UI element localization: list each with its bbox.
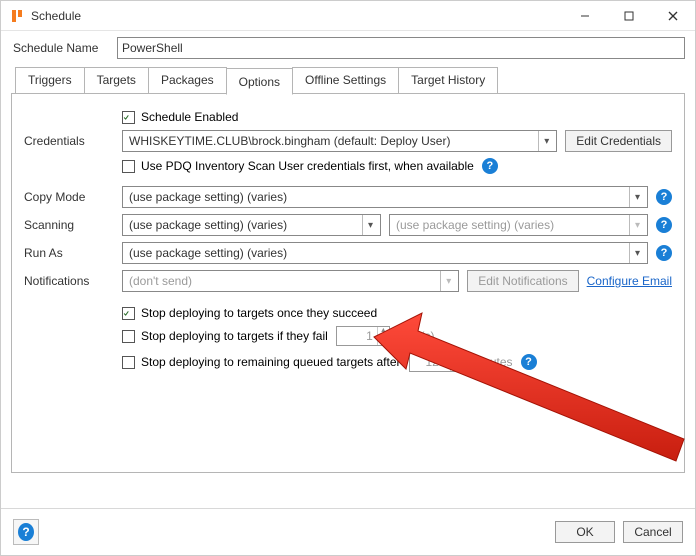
titlebar: Schedule xyxy=(1,1,695,31)
app-icon xyxy=(9,8,25,24)
help-icon[interactable]: ? xyxy=(656,217,672,233)
stop-on-success-label: Stop deploying to targets once they succ… xyxy=(141,306,377,320)
step-down-icon[interactable]: ▼ xyxy=(451,362,462,371)
fail-times-stepper[interactable]: ▲▼ xyxy=(336,326,390,346)
chevron-down-icon: ▾ xyxy=(440,271,456,291)
run-as-label: Run As xyxy=(24,246,114,260)
tab-offline-settings[interactable]: Offline Settings xyxy=(292,67,399,94)
use-inventory-user-checkbox[interactable]: Use PDQ Inventory Scan User credentials … xyxy=(122,159,474,173)
stop-after-label: Stop deploying to remaining queued targe… xyxy=(141,355,401,369)
help-icon[interactable]: ? xyxy=(521,354,537,370)
options-panel: Schedule Enabled Credentials WHISKEYTIME… xyxy=(11,93,685,473)
close-button[interactable] xyxy=(651,1,695,31)
tab-packages[interactable]: Packages xyxy=(148,67,227,94)
chevron-down-icon: ▾ xyxy=(538,131,554,151)
scanning-label: Scanning xyxy=(24,218,114,232)
stop-on-fail-label: Stop deploying to targets if they fail xyxy=(141,329,328,343)
edit-notifications-button: Edit Notifications xyxy=(467,270,578,292)
chevron-down-icon: ▾ xyxy=(629,243,645,263)
use-inventory-user-label: Use PDQ Inventory Scan User credentials … xyxy=(141,159,474,173)
stop-after-suffix: minutes xyxy=(471,355,513,369)
stop-after-minutes-stepper[interactable]: ▲▼ xyxy=(409,352,463,372)
help-button[interactable]: ? xyxy=(13,519,39,545)
configure-email-link[interactable]: Configure Email xyxy=(587,274,672,288)
dialog-footer: ? OK Cancel xyxy=(1,508,695,555)
notifications-placeholder: (don't send) xyxy=(129,274,192,288)
schedule-name-input[interactable] xyxy=(117,37,685,59)
scanning-secondary-placeholder: (use package setting) (varies) xyxy=(396,218,554,232)
credentials-value: WHISKEYTIME.CLUB\brock.bingham (default:… xyxy=(129,134,450,148)
schedule-name-label: Schedule Name xyxy=(11,41,111,55)
run-as-combo[interactable]: (use package setting) (varies) ▾ xyxy=(122,242,648,264)
chevron-down-icon: ▾ xyxy=(362,215,378,235)
stop-after-minutes-value[interactable] xyxy=(410,353,450,371)
help-icon[interactable]: ? xyxy=(482,158,498,174)
copy-mode-combo[interactable]: (use package setting) (varies) ▾ xyxy=(122,186,648,208)
tab-target-history[interactable]: Target History xyxy=(398,67,498,94)
help-icon[interactable]: ? xyxy=(656,189,672,205)
notifications-label: Notifications xyxy=(24,274,114,288)
schedule-enabled-label: Schedule Enabled xyxy=(141,110,238,124)
help-icon: ? xyxy=(18,523,34,541)
window-title: Schedule xyxy=(31,9,81,23)
step-up-icon[interactable]: ▲ xyxy=(451,353,462,362)
stop-on-success-checkbox[interactable]: Stop deploying to targets once they succ… xyxy=(122,306,377,320)
edit-credentials-button[interactable]: Edit Credentials xyxy=(565,130,672,152)
stop-on-fail-checkbox[interactable]: Stop deploying to targets if they fail xyxy=(122,329,328,343)
maximize-button[interactable] xyxy=(607,1,651,31)
schedule-enabled-checkbox[interactable]: Schedule Enabled xyxy=(122,110,238,124)
fail-times-value[interactable] xyxy=(337,327,377,345)
tab-targets[interactable]: Targets xyxy=(84,67,149,94)
ok-button[interactable]: OK xyxy=(555,521,615,543)
minimize-button[interactable] xyxy=(563,1,607,31)
chevron-down-icon: ▾ xyxy=(629,215,645,235)
copy-mode-value: (use package setting) (varies) xyxy=(129,190,287,204)
scanning-secondary-combo: (use package setting) (varies) ▾ xyxy=(389,214,648,236)
credentials-label: Credentials xyxy=(24,134,114,148)
copy-mode-label: Copy Mode xyxy=(24,190,114,204)
chevron-down-icon: ▾ xyxy=(629,187,645,207)
tab-options[interactable]: Options xyxy=(226,68,293,95)
step-up-icon[interactable]: ▲ xyxy=(378,327,389,336)
fail-times-suffix: time(s) xyxy=(398,329,435,343)
tab-triggers[interactable]: Triggers xyxy=(15,67,85,94)
credentials-combo[interactable]: WHISKEYTIME.CLUB\brock.bingham (default:… xyxy=(122,130,557,152)
stop-after-checkbox[interactable]: Stop deploying to remaining queued targe… xyxy=(122,355,401,369)
scanning-value: (use package setting) (varies) xyxy=(129,218,287,232)
step-down-icon[interactable]: ▼ xyxy=(378,336,389,345)
run-as-value: (use package setting) (varies) xyxy=(129,246,287,260)
help-icon[interactable]: ? xyxy=(656,245,672,261)
scanning-combo[interactable]: (use package setting) (varies) ▾ xyxy=(122,214,381,236)
cancel-button[interactable]: Cancel xyxy=(623,521,683,543)
tabstrip: Triggers Targets Packages Options Offlin… xyxy=(15,67,689,94)
notifications-combo: (don't send) ▾ xyxy=(122,270,459,292)
